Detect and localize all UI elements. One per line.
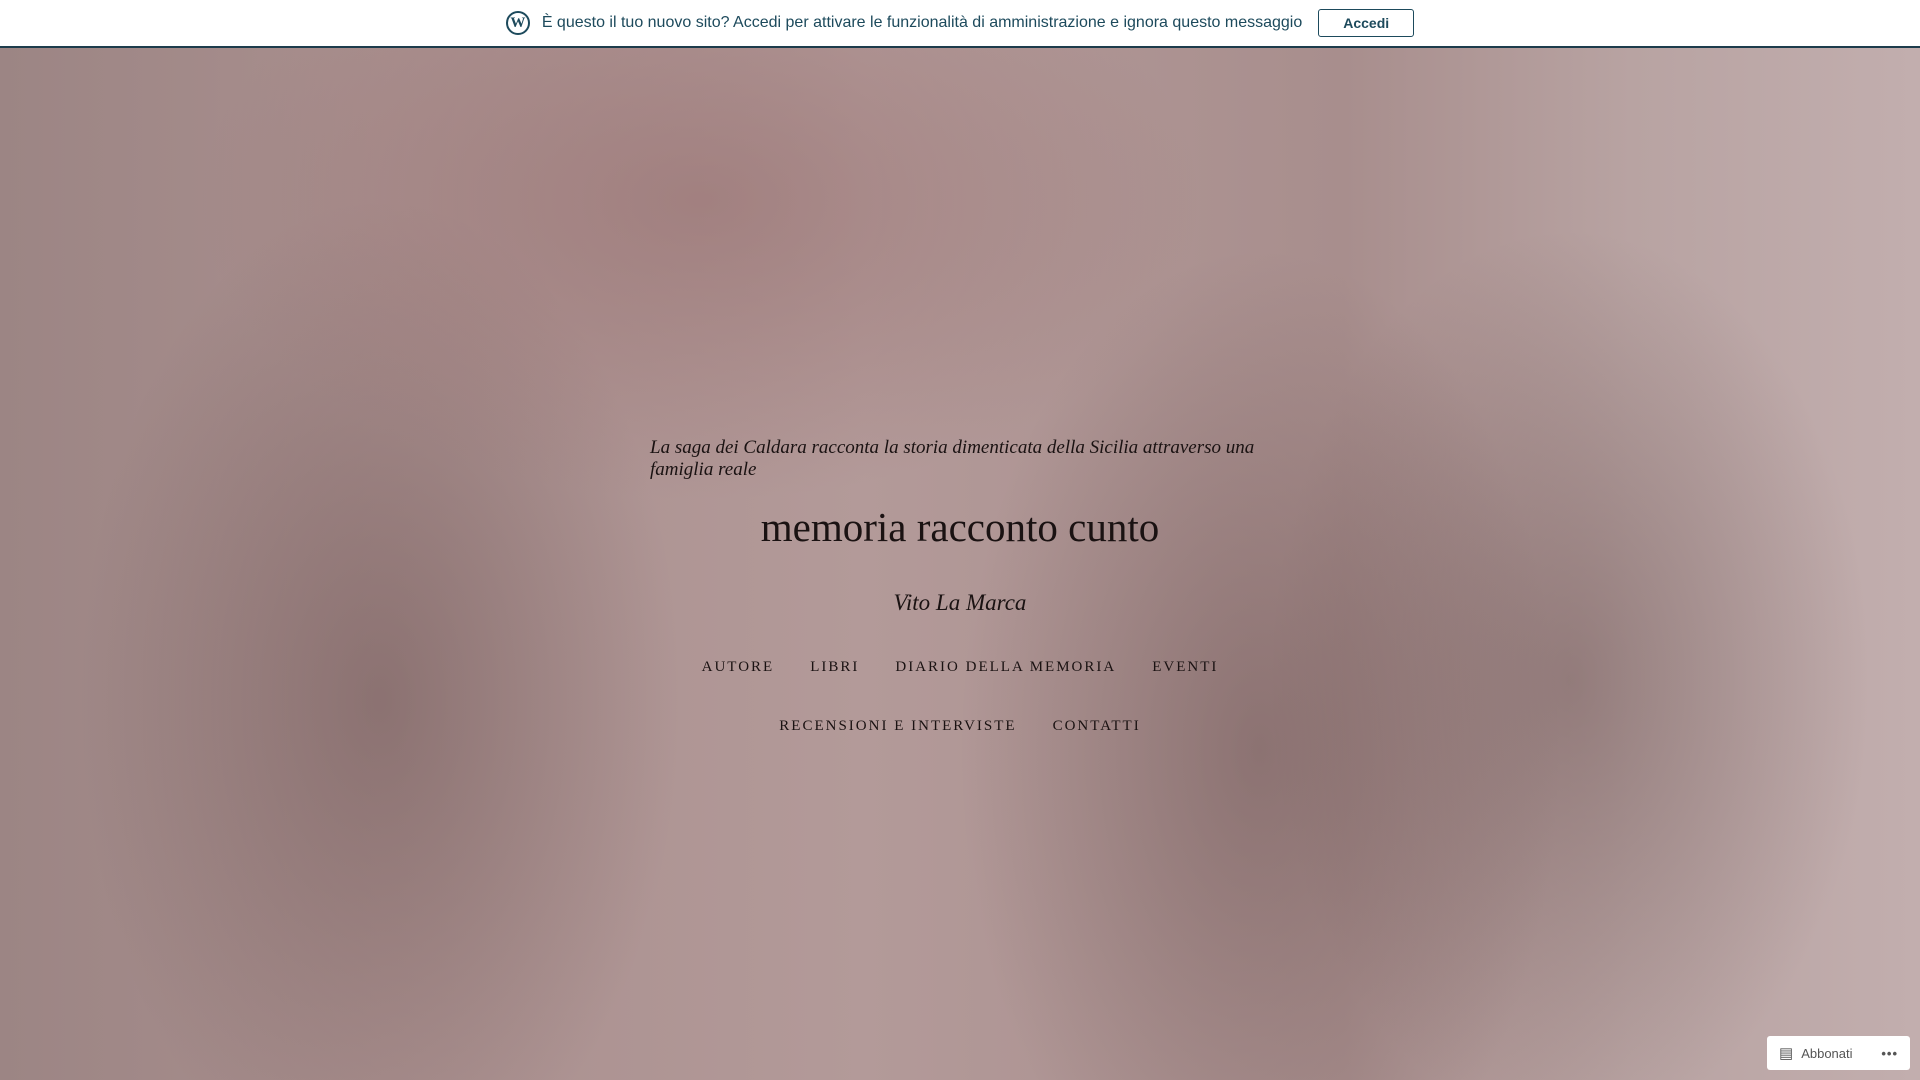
- site-author: Vito La Marca: [893, 590, 1027, 615]
- wordpress-icon: W: [505, 11, 530, 35]
- site-tagline: La saga dei Caldara racconta la storia d…: [650, 437, 1255, 480]
- nav-item-libri[interactable]: LIBRI: [810, 659, 859, 676]
- main-nav-row-1: AUTORE LIBRI DIARIO DELLA MEMORIA EVENTI: [0, 659, 1920, 676]
- site-title[interactable]: memoria racconto cunto: [0, 503, 1920, 551]
- main-nav-row-2: RECENSIONI E INTERVISTE CONTATTI: [0, 718, 1920, 735]
- banner-message: È questo il tuo nuovo sito? Accedi per a…: [541, 14, 1303, 31]
- nav-item-eventi[interactable]: EVENTI: [1152, 659, 1218, 676]
- nav-item-contatti[interactable]: CONTATTI: [1053, 718, 1141, 735]
- subscribe-widget: ▤ Abbonati •••: [1767, 1036, 1910, 1070]
- more-options-icon[interactable]: •••: [1881, 1046, 1898, 1061]
- wp-login-banner: W È questo il tuo nuovo sito? Accedi per…: [0, 0, 1920, 48]
- nav-item-autore[interactable]: AUTORE: [702, 659, 775, 676]
- nav-item-diario[interactable]: DIARIO DELLA MEMORIA: [895, 659, 1116, 676]
- reader-icon: ▤: [1779, 1045, 1794, 1062]
- login-button[interactable]: Accedi: [1318, 9, 1415, 37]
- nav-item-recensioni[interactable]: RECENSIONI E INTERVISTE: [779, 718, 1016, 735]
- subscribe-button[interactable]: Abbonati: [1801, 1046, 1852, 1061]
